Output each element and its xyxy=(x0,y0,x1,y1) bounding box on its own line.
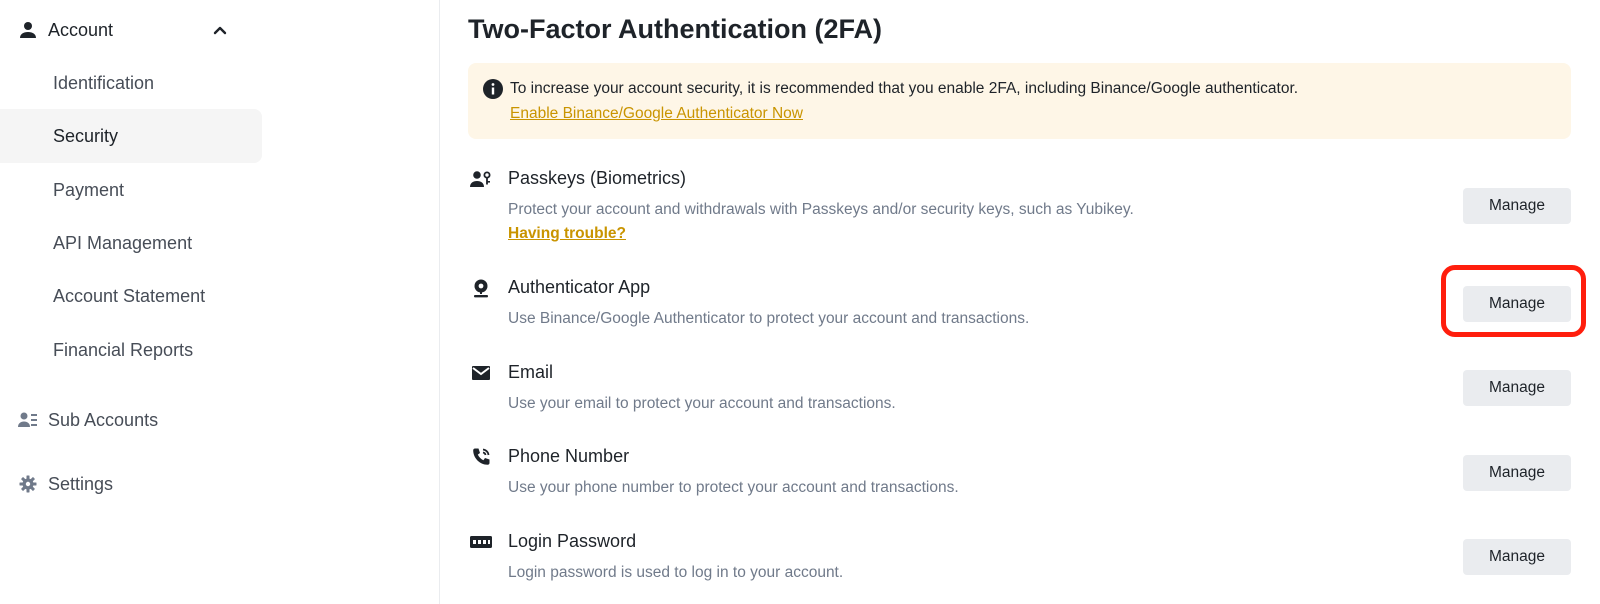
sidebar-item-api-management[interactable]: API Management xyxy=(0,216,262,270)
manage-phone-button[interactable]: Manage xyxy=(1463,455,1571,491)
email-icon xyxy=(468,362,494,384)
manage-email-button[interactable]: Manage xyxy=(1463,370,1571,406)
sub-accounts-icon xyxy=(18,410,38,430)
method-description: Protect your account and withdrawals wit… xyxy=(508,201,1134,218)
method-description: Login password is used to log in to your… xyxy=(508,564,844,581)
page-title: Two-Factor Authentication (2FA) xyxy=(468,14,882,44)
sidebar-group-account[interactable]: Account xyxy=(0,10,262,50)
security-notice: To increase your account security, it is… xyxy=(468,63,1571,139)
manage-login-password-button[interactable]: Manage xyxy=(1463,539,1571,575)
sidebar-group-settings-label: Settings xyxy=(48,473,114,494)
password-icon xyxy=(468,531,494,553)
manage-authenticator-button[interactable]: Manage xyxy=(1463,286,1571,322)
phone-icon xyxy=(468,446,494,468)
method-title: Authenticator App xyxy=(508,277,651,297)
sidebar-item-security[interactable]: Security xyxy=(0,109,262,163)
method-title: Passkeys (Biometrics) xyxy=(508,168,687,188)
manage-passkeys-button[interactable]: Manage xyxy=(1463,188,1571,224)
sidebar-item-account-statement[interactable]: Account Statement xyxy=(0,269,262,323)
sidebar-group-sub-accounts-label: Sub Accounts xyxy=(48,409,159,430)
method-title: Login Password xyxy=(508,531,637,551)
enable-authenticator-link[interactable]: Enable Binance/Google Authenticator Now xyxy=(510,105,803,123)
chevron-up-icon[interactable] xyxy=(210,20,230,40)
gear-icon xyxy=(18,474,38,494)
notice-text: To increase your account security, it is… xyxy=(510,80,1299,97)
method-title: Phone Number xyxy=(508,446,630,466)
passkeys-icon xyxy=(468,168,494,190)
main-content: Two-Factor Authentication (2FA) To incre… xyxy=(440,0,1600,604)
sidebar-item-payment[interactable]: Payment xyxy=(0,163,262,217)
method-description: Use your phone number to protect your ac… xyxy=(508,479,959,496)
method-description: Use your email to protect your account a… xyxy=(508,395,896,412)
method-title: Email xyxy=(508,362,554,382)
user-icon xyxy=(18,20,38,40)
sidebar-item-financial-reports[interactable]: Financial Reports xyxy=(0,323,262,377)
sidebar-group-account-label: Account xyxy=(48,19,114,40)
sidebar-group-sub-accounts[interactable]: Sub Accounts xyxy=(0,400,262,440)
method-description: Use Binance/Google Authenticator to prot… xyxy=(508,310,1030,327)
sidebar-item-identification[interactable]: Identification xyxy=(0,56,262,110)
info-icon xyxy=(483,79,503,99)
authenticator-icon xyxy=(468,277,494,299)
sidebar-group-settings[interactable]: Settings xyxy=(0,464,262,504)
sidebar: Account Identification Security Payment … xyxy=(0,0,440,604)
having-trouble-link[interactable]: Having trouble? xyxy=(508,225,626,243)
